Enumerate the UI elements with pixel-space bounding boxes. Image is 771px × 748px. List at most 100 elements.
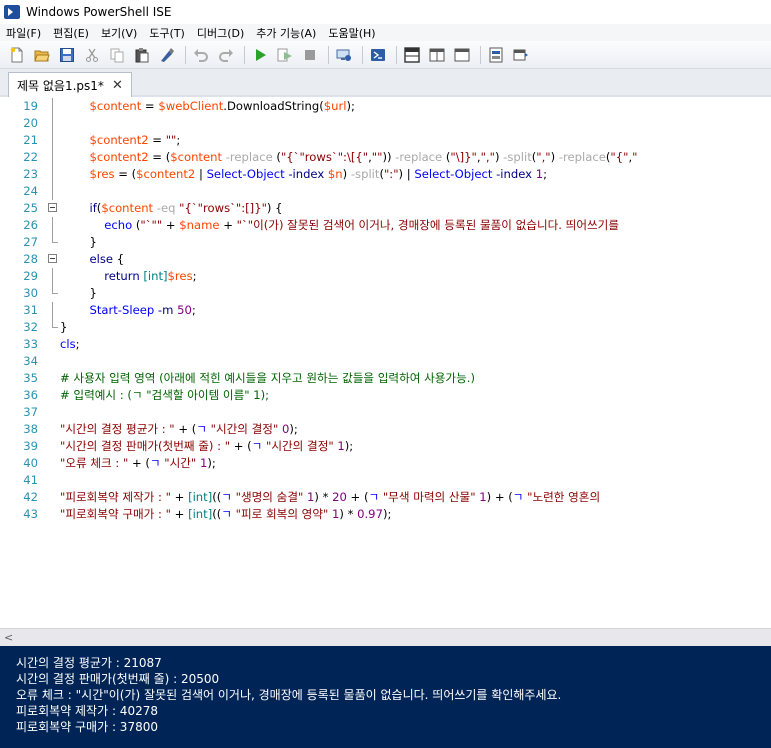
code-token: if: [89, 201, 97, 215]
collapse-toggle-icon[interactable]: [48, 251, 58, 268]
code-token: -replace: [395, 150, 443, 164]
run-icon[interactable]: [249, 44, 271, 66]
code-token: ;: [75, 337, 80, 351]
code-line[interactable]: 41: [0, 472, 771, 489]
menu-view[interactable]: 보기(V): [95, 25, 143, 41]
commands-icon[interactable]: [485, 44, 507, 66]
show-script-max-icon[interactable]: [451, 44, 473, 66]
code-token: "무색 마력의 산물": [382, 490, 476, 504]
code-line[interactable]: 35 # 사용자 입력 영역 (아래에 적힌 예시들을 지우고 원하는 값들을 입…: [0, 370, 771, 387]
code-line[interactable]: 22 $content2 = ($content -replace ("{`"r…: [0, 149, 771, 166]
code-line[interactable]: 32}: [0, 319, 771, 336]
code-line[interactable]: 29 return [int]$res;: [0, 268, 771, 285]
code-line[interactable]: 24: [0, 183, 771, 200]
line-number: 28: [23, 252, 38, 266]
menu-addons[interactable]: 추가 기능(A): [250, 25, 322, 41]
code-text: $content = $webClient.DownloadString($ur…: [60, 98, 355, 115]
code-token: }: [60, 320, 68, 334]
code-text: "오류 체크 : " + (ㄱ "시간" 1);: [60, 455, 216, 472]
save-icon[interactable]: [56, 44, 78, 66]
stop-icon[interactable]: [299, 44, 321, 66]
powershell-icon[interactable]: [367, 44, 389, 66]
script-editor[interactable]: 19 $content = $webClient.DownloadString(…: [0, 97, 771, 628]
code-token: # 사용자 입력 영역 (아래에 적힌 예시들을 지우고 원하는 값들을 입력하…: [60, 371, 475, 385]
code-line[interactable]: 26 echo ("`"" + $name + "`"이(가) 잘못된 검색어 …: [0, 217, 771, 234]
open-folder-icon[interactable]: [31, 44, 53, 66]
menu-file[interactable]: 파일(F): [0, 25, 47, 41]
code-token: $content: [170, 150, 222, 164]
remote-powershell-icon[interactable]: [333, 44, 355, 66]
code-line[interactable]: 42 "피로회복약 제작가 : " + [int]((ㄱ "생명의 숨결" 1) …: [0, 489, 771, 506]
menu-tools[interactable]: 도구(T): [143, 25, 191, 41]
code-line[interactable]: 19 $content = $webClient.DownloadString(…: [0, 98, 771, 115]
code-text: "시간의 결정 평균가 : " + (ㄱ "시간의 결정" 0);: [60, 421, 298, 438]
code-token: [int]: [143, 269, 168, 283]
code-line[interactable]: 28 else {: [0, 251, 771, 268]
cut-icon[interactable]: [81, 44, 103, 66]
code-line[interactable]: 20: [0, 115, 771, 132]
code-line[interactable]: 33 cls;: [0, 336, 771, 353]
fold-guide: [48, 166, 58, 183]
window-title: Windows PowerShell ISE: [26, 5, 172, 19]
code-text: }: [60, 234, 96, 251]
code-token: ((: [212, 490, 222, 504]
console-pane[interactable]: 시간의 결정 평균가 : 21087 시간의 결정 판매가(첫번째 줄) : 20…: [0, 646, 771, 748]
code-line[interactable]: 31 Start-Sleep -m 50;: [0, 302, 771, 319]
code-token: 0.97: [357, 507, 383, 521]
code-line[interactable]: 21 $content2 = "";: [0, 132, 771, 149]
code-line[interactable]: 25 if($content -eq "{`"rows`":[]}") {: [0, 200, 771, 217]
code-token: -index: [288, 167, 325, 181]
code-line[interactable]: 43 "피로회복약 구매가 : " + [int]((ㄱ "피로 회복의 영약" …: [0, 506, 771, 523]
code-line[interactable]: 34: [0, 353, 771, 370]
console-output-line: 피로회복약 제작가 : 40278: [16, 704, 158, 718]
menu-edit[interactable]: 편집(E): [47, 25, 95, 41]
code-line[interactable]: 36 # 입력예시 : (ㄱ "검색할 아이템 이름" 1);: [0, 387, 771, 404]
redo-icon[interactable]: [215, 44, 237, 66]
code-text: # 사용자 입력 영역 (아래에 적힌 예시들을 지우고 원하는 값들을 입력하…: [60, 370, 475, 387]
show-script-top-icon[interactable]: [401, 44, 423, 66]
horizontal-scrollbar[interactable]: <: [0, 628, 771, 646]
menu-help[interactable]: 도움말(H): [322, 25, 381, 41]
code-token: ): [494, 150, 504, 164]
code-token: "시간의 결정 판매가(첫번째 줄) : ": [60, 439, 231, 453]
code-token: -m: [157, 303, 174, 317]
undo-icon[interactable]: [190, 44, 212, 66]
code-line[interactable]: 40 "오류 체크 : " + (ㄱ "시간" 1);: [0, 455, 771, 472]
code-token: ;: [191, 303, 196, 317]
line-number: 29: [23, 269, 38, 283]
code-line[interactable]: 27 }: [0, 234, 771, 251]
tab-title: 제목 없음1.ps1*: [17, 78, 104, 93]
code-text: echo ("`"" + $name + "`"이(가) 잘못된 검색어 이거나…: [60, 217, 619, 234]
paste-icon[interactable]: [131, 44, 153, 66]
clear-console-icon[interactable]: [156, 44, 178, 66]
powershell-ise-app-icon: [4, 5, 20, 19]
scroll-left-arrow-icon[interactable]: <: [4, 631, 13, 644]
code-token: -index: [496, 167, 532, 181]
tab-script-file[interactable]: 제목 없음1.ps1* ✕: [8, 72, 132, 97]
code-line[interactable]: 30 }: [0, 285, 771, 302]
show-addon-icon[interactable]: [510, 44, 532, 66]
show-script-right-icon[interactable]: [426, 44, 448, 66]
script-tab-strip: 제목 없음1.ps1* ✕: [0, 69, 771, 97]
collapse-toggle-icon[interactable]: [48, 200, 58, 217]
code-token: ": [632, 150, 638, 164]
code-line[interactable]: 23 $res = ($content2 | Select-Object -in…: [0, 166, 771, 183]
code-line[interactable]: 38 "시간의 결정 평균가 : " + (ㄱ "시간의 결정" 0);: [0, 421, 771, 438]
code-line[interactable]: 37: [0, 404, 771, 421]
fold-guide: [48, 302, 58, 319]
code-token: "`"": [140, 218, 163, 232]
copy-icon[interactable]: [106, 44, 128, 66]
code-token: -split: [350, 167, 380, 181]
code-line[interactable]: 39 "시간의 결정 판매가(첫번째 줄) : " + (ㄱ "시간의 결정" 1…: [0, 438, 771, 455]
run-selection-icon[interactable]: [274, 44, 296, 66]
close-icon[interactable]: ✕: [112, 78, 123, 93]
code-text: "피로회복약 구매가 : " + [int]((ㄱ "피로 회복의 영약" 1)…: [60, 506, 391, 523]
code-token: "시간의 결정 평균가 : ": [60, 422, 175, 436]
code-token: );: [346, 99, 355, 113]
new-file-icon[interactable]: [6, 44, 28, 66]
line-number: 43: [23, 507, 38, 521]
menu-debug[interactable]: 디버그(D): [191, 25, 250, 41]
